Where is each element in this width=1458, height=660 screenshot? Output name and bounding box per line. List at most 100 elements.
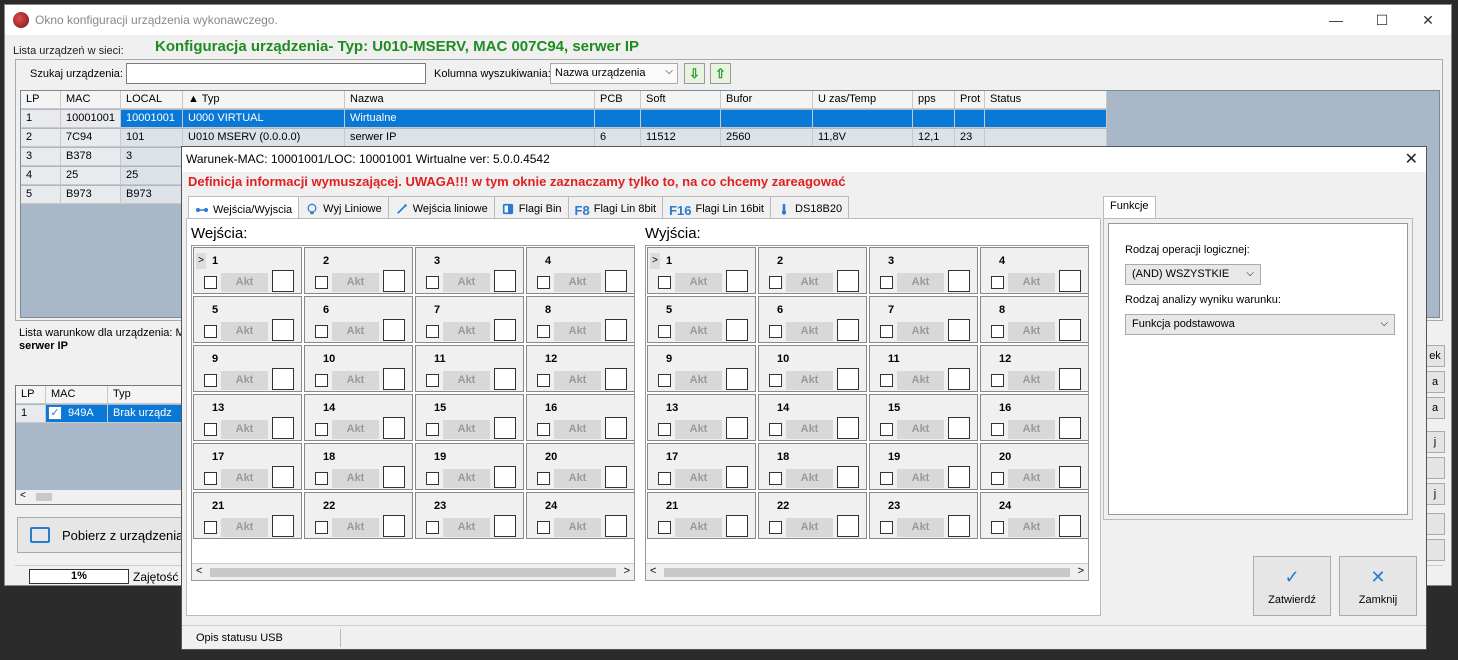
input-checkbox[interactable]	[204, 521, 217, 534]
output-state-box[interactable]	[837, 319, 859, 341]
input-state-box[interactable]	[272, 368, 294, 390]
col-header[interactable]: U zas/Temp	[813, 91, 913, 109]
input-state-box[interactable]	[605, 466, 627, 488]
input-akt-button[interactable]: Akt	[554, 322, 601, 341]
input-checkbox[interactable]	[315, 521, 328, 534]
input-akt-button[interactable]: Akt	[554, 420, 601, 439]
output-state-box[interactable]	[726, 368, 748, 390]
input-akt-button[interactable]: Akt	[554, 469, 601, 488]
input-akt-button[interactable]: Akt	[221, 273, 268, 292]
input-checkbox[interactable]	[537, 423, 550, 436]
input-state-box[interactable]	[494, 319, 516, 341]
input-akt-button[interactable]: Akt	[443, 518, 490, 537]
output-state-box[interactable]	[948, 270, 970, 292]
input-state-box[interactable]	[272, 270, 294, 292]
output-checkbox[interactable]	[769, 521, 782, 534]
output-akt-button[interactable]: Akt	[1008, 371, 1055, 390]
input-checkbox[interactable]	[315, 325, 328, 338]
analysis-select[interactable]: Funkcja podstawowa ⌵	[1125, 314, 1395, 335]
input-akt-button[interactable]: Akt	[221, 469, 268, 488]
output-akt-button[interactable]: Akt	[1008, 273, 1055, 292]
input-akt-button[interactable]: Akt	[332, 322, 379, 341]
input-state-box[interactable]	[383, 368, 405, 390]
search-column-select[interactable]: Nazwa urządzenia ⌵	[550, 63, 678, 84]
input-akt-button[interactable]: Akt	[332, 420, 379, 439]
output-state-box[interactable]	[837, 466, 859, 488]
output-state-box[interactable]	[1059, 417, 1081, 439]
output-state-box[interactable]	[837, 368, 859, 390]
tab-ds18b20[interactable]: DS18B20	[770, 196, 850, 218]
output-akt-button[interactable]: Akt	[675, 469, 722, 488]
output-akt-button[interactable]: Akt	[786, 518, 833, 537]
right-side-button[interactable]	[1425, 539, 1445, 561]
output-akt-button[interactable]: Akt	[675, 322, 722, 341]
input-state-box[interactable]	[494, 466, 516, 488]
logic-op-select[interactable]: (AND) WSZYSTKIE ⌵	[1125, 264, 1261, 285]
input-state-box[interactable]	[494, 417, 516, 439]
output-akt-button[interactable]: Akt	[786, 371, 833, 390]
col-header[interactable]: ▲ Typ	[183, 91, 345, 109]
input-akt-button[interactable]: Akt	[443, 322, 490, 341]
output-akt-button[interactable]: Akt	[897, 322, 944, 341]
output-akt-button[interactable]: Akt	[897, 371, 944, 390]
output-checkbox[interactable]	[991, 325, 1004, 338]
sort-up-button[interactable]: ⇧	[710, 63, 731, 84]
input-checkbox[interactable]	[204, 374, 217, 387]
output-akt-button[interactable]: Akt	[675, 371, 722, 390]
right-side-button[interactable]: a	[1425, 397, 1445, 419]
right-side-button[interactable]: j	[1425, 431, 1445, 453]
tab-flags-bin[interactable]: Flagi Bin	[493, 196, 569, 218]
output-state-box[interactable]	[948, 417, 970, 439]
input-checkbox[interactable]	[426, 374, 439, 387]
output-state-box[interactable]	[837, 417, 859, 439]
input-akt-button[interactable]: Akt	[332, 273, 379, 292]
output-checkbox[interactable]	[991, 276, 1004, 289]
col-header[interactable]: Nazwa	[345, 91, 595, 109]
output-akt-button[interactable]: Akt	[675, 518, 722, 537]
input-checkbox[interactable]	[426, 423, 439, 436]
output-checkbox[interactable]	[769, 472, 782, 485]
tab-io[interactable]: Wejścia/Wyjscia	[188, 196, 300, 219]
col-header[interactable]: Typ	[108, 386, 184, 404]
output-akt-button[interactable]: Akt	[1008, 420, 1055, 439]
output-checkbox[interactable]	[991, 472, 1004, 485]
output-state-box[interactable]	[1059, 368, 1081, 390]
minimize-button[interactable]: —	[1313, 5, 1359, 35]
output-akt-button[interactable]: Akt	[786, 322, 833, 341]
input-akt-button[interactable]: Akt	[443, 273, 490, 292]
input-checkbox[interactable]	[426, 521, 439, 534]
output-akt-button[interactable]: Akt	[675, 420, 722, 439]
output-checkbox[interactable]	[658, 472, 671, 485]
output-state-box[interactable]	[948, 319, 970, 341]
close-button[interactable]: ✕	[1405, 5, 1451, 35]
output-akt-button[interactable]: Akt	[897, 420, 944, 439]
dialog-close-button[interactable]: ✕	[1405, 147, 1418, 172]
table-row[interactable]: 5 B973 B973	[21, 186, 183, 204]
table-row[interactable]: 4 25 25	[21, 167, 183, 185]
input-checkbox[interactable]	[537, 521, 550, 534]
input-checkbox[interactable]	[315, 276, 328, 289]
checkbox-checked-icon[interactable]: ✓	[48, 406, 62, 420]
input-akt-button[interactable]: Akt	[443, 420, 490, 439]
scroll-left-icon[interactable]: <	[650, 565, 656, 577]
output-akt-button[interactable]: Akt	[786, 420, 833, 439]
output-checkbox[interactable]	[769, 325, 782, 338]
input-state-box[interactable]	[605, 417, 627, 439]
col-header[interactable]: Bufor	[721, 91, 813, 109]
output-checkbox[interactable]	[769, 423, 782, 436]
conditions-scrollbar[interactable]: <	[16, 490, 184, 504]
output-state-box[interactable]	[948, 368, 970, 390]
output-state-box[interactable]	[726, 515, 748, 537]
input-akt-button[interactable]: Akt	[554, 371, 601, 390]
maximize-button[interactable]: ☐	[1359, 5, 1405, 35]
output-akt-button[interactable]: Akt	[786, 469, 833, 488]
scroll-left-icon[interactable]: <	[20, 490, 26, 501]
input-hscrollbar[interactable]: < >	[192, 563, 634, 580]
tab-flags-lin-16bit[interactable]: F16 Flagi Lin 16bit	[662, 196, 771, 218]
input-state-box[interactable]	[272, 466, 294, 488]
output-state-box[interactable]	[948, 466, 970, 488]
input-akt-button[interactable]: Akt	[332, 518, 379, 537]
right-side-button[interactable]: j	[1425, 483, 1445, 505]
input-checkbox[interactable]	[204, 325, 217, 338]
search-input[interactable]	[126, 63, 426, 84]
